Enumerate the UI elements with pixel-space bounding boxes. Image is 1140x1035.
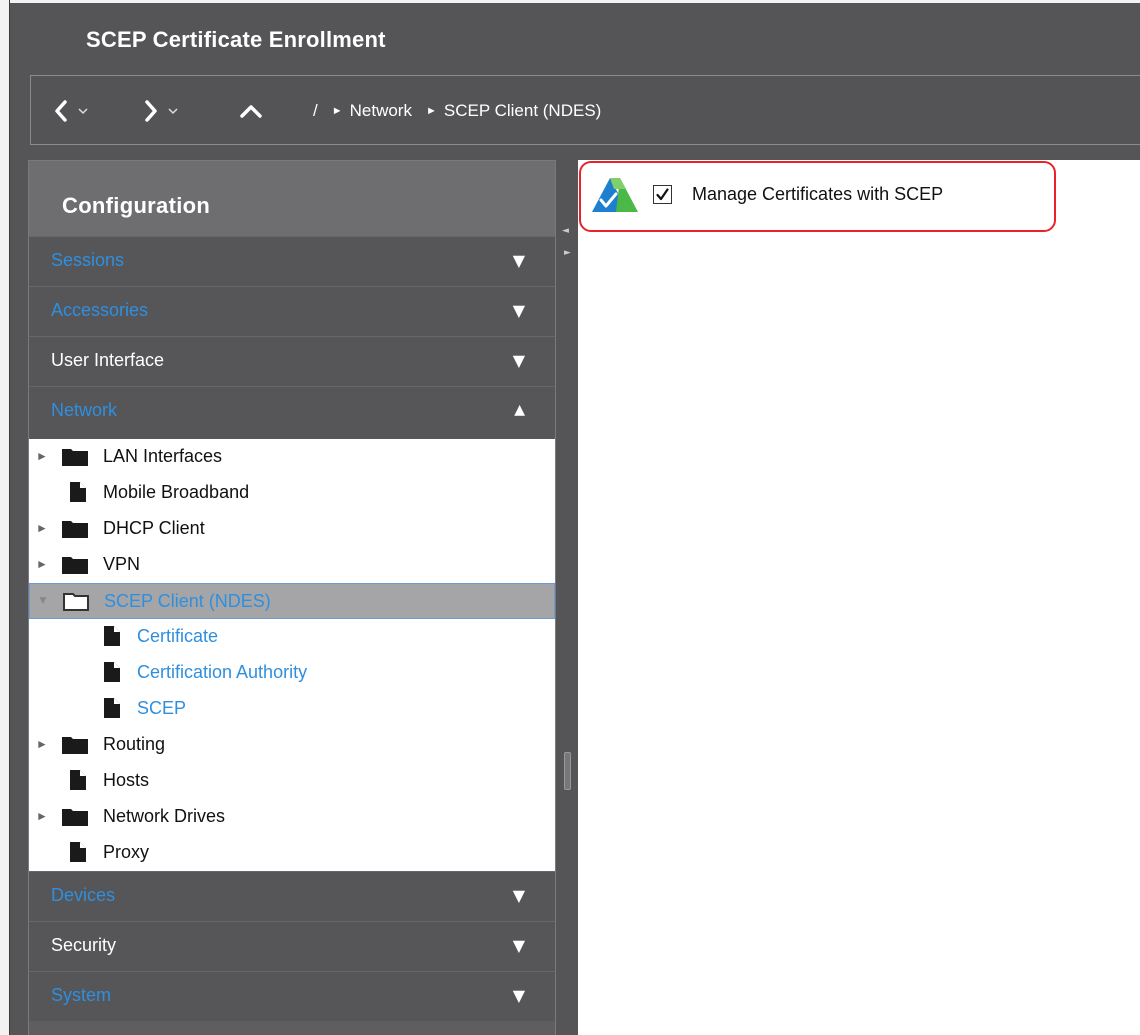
panel-splitter[interactable]: ◄ ► [556,160,578,1035]
window-left-border [9,0,10,1035]
section-system[interactable]: System ▼ [29,971,555,1021]
folder-icon [61,735,89,760]
file-icon [68,769,88,796]
tree-item[interactable]: Hosts [29,763,555,799]
app-logo-icon [592,178,638,212]
tree-item[interactable]: ► VPN [29,547,555,583]
tree-item-label: Mobile Broadband [103,482,250,502]
section-label: Accessories [51,300,149,320]
configuration-sidebar: Configuration Sessions ▼ Accessories ▼ U… [28,160,556,1035]
section-user-interface[interactable]: User Interface ▼ [29,336,555,386]
section-label: Sessions [51,250,125,270]
collapse-arrow-icon: ▼ [512,886,525,905]
tree-item[interactable]: Proxy [29,835,555,871]
expand-arrow-icon: ▲ [514,402,525,418]
collapse-arrow-icon: ▼ [512,251,525,270]
tree-item[interactable]: ► LAN Interfaces [29,439,555,475]
collapse-arrow-icon: ▼ [512,351,525,370]
expand-right-icon[interactable]: ► [564,248,571,258]
file-icon [102,661,122,688]
section-security[interactable]: Security ▼ [29,921,555,971]
section-sessions[interactable]: Sessions ▼ [29,236,555,286]
forward-button[interactable] [143,98,187,124]
tree-item-label: Certification Authority [137,662,308,682]
section-label: User Interface [51,350,165,370]
tree-collapse-icon[interactable]: ▼ [37,593,49,607]
tree-item-label: Certificate [137,626,219,646]
breadcrumb-network[interactable]: Network [350,101,412,121]
section-accessories[interactable]: Accessories ▼ [29,286,555,336]
breadcrumb-root[interactable]: / [313,101,318,121]
back-arrow-icon [55,100,88,122]
tree-expand-icon[interactable]: ► [36,737,48,751]
tree-item[interactable]: ▼ SCEP Client (NDES) [29,583,555,619]
app-window: SCEP Certificate Enrollment / ► Network … [0,0,1140,1035]
section-label: Network [51,400,118,420]
navigation-bar: / ► Network ► SCEP Client (NDES) [30,75,1140,145]
sidebar-title: Configuration [62,193,211,218]
file-icon [102,697,122,724]
splitter-handle[interactable] [564,752,571,790]
breadcrumb-separator-icon: ► [331,105,343,117]
tree-item-label: Proxy [103,842,150,862]
breadcrumb-scep-client[interactable]: SCEP Client (NDES) [444,101,601,121]
network-tree: ► LAN Interfaces Mobile Broadband ► DHCP Cli… [29,439,555,871]
tree-child-item[interactable]: Certification Authority [29,655,555,691]
manage-certificates-label: Manage Certificates with SCEP [692,184,944,204]
content-pane: Manage Certificates with SCEP [578,160,1140,1035]
tree-item-label: Routing [103,734,166,754]
section-network[interactable]: Network ▲ [29,386,555,439]
tree-item-label: DHCP Client [103,518,205,538]
file-icon [102,625,122,652]
tree-expand-icon[interactable]: ► [36,809,48,823]
checkmark-icon [656,188,669,201]
tree-expand-icon[interactable]: ► [36,521,48,535]
tree-child-item[interactable]: Certificate [29,619,555,655]
sidebar-header: Configuration [29,161,555,236]
collapse-arrow-icon: ▼ [512,301,525,320]
folder-icon [61,519,89,544]
forward-arrow-icon [145,100,178,122]
tree-item[interactable]: ► Routing [29,727,555,763]
window-title: SCEP Certificate Enrollment [86,27,386,52]
section-label: System [51,985,112,1005]
tree-item[interactable]: Mobile Broadband [29,475,555,511]
tree-item[interactable]: ► DHCP Client [29,511,555,547]
up-button[interactable] [237,98,267,124]
collapse-arrow-icon: ▼ [512,986,525,1005]
file-icon [68,841,88,868]
window-top-edge [0,0,1140,3]
collapse-left-icon[interactable]: ◄ [562,226,569,236]
tree-expand-icon[interactable]: ► [36,557,48,571]
manage-certificates-checkbox[interactable] [653,185,672,204]
tree-expand-icon[interactable]: ► [36,449,48,463]
up-arrow-icon [240,105,262,118]
back-button[interactable] [53,98,97,124]
file-icon [68,481,88,508]
tree-item-label: SCEP [137,698,187,718]
section-label: Security [51,935,117,955]
section-devices[interactable]: Devices ▼ [29,871,555,921]
breadcrumb: / ► Network ► SCEP Client (NDES) [313,98,601,124]
breadcrumb-separator-icon: ► [425,105,437,117]
tree-item-label: VPN [103,554,141,574]
tree-item[interactable]: ► Network Drives [29,799,555,835]
tree-child-item[interactable]: SCEP [29,691,555,727]
window-left-edge [0,0,9,1035]
folder-open-icon [62,592,90,617]
tree-item-label: Network Drives [103,806,226,826]
tree-item-label: SCEP Client (NDES) [104,591,271,611]
collapse-arrow-icon: ▼ [512,936,525,955]
tree-item-label: Hosts [103,770,150,790]
folder-icon [61,555,89,580]
tree-item-label: LAN Interfaces [103,446,223,466]
section-label: Devices [51,885,116,905]
folder-icon [61,447,89,472]
folder-icon [61,807,89,832]
